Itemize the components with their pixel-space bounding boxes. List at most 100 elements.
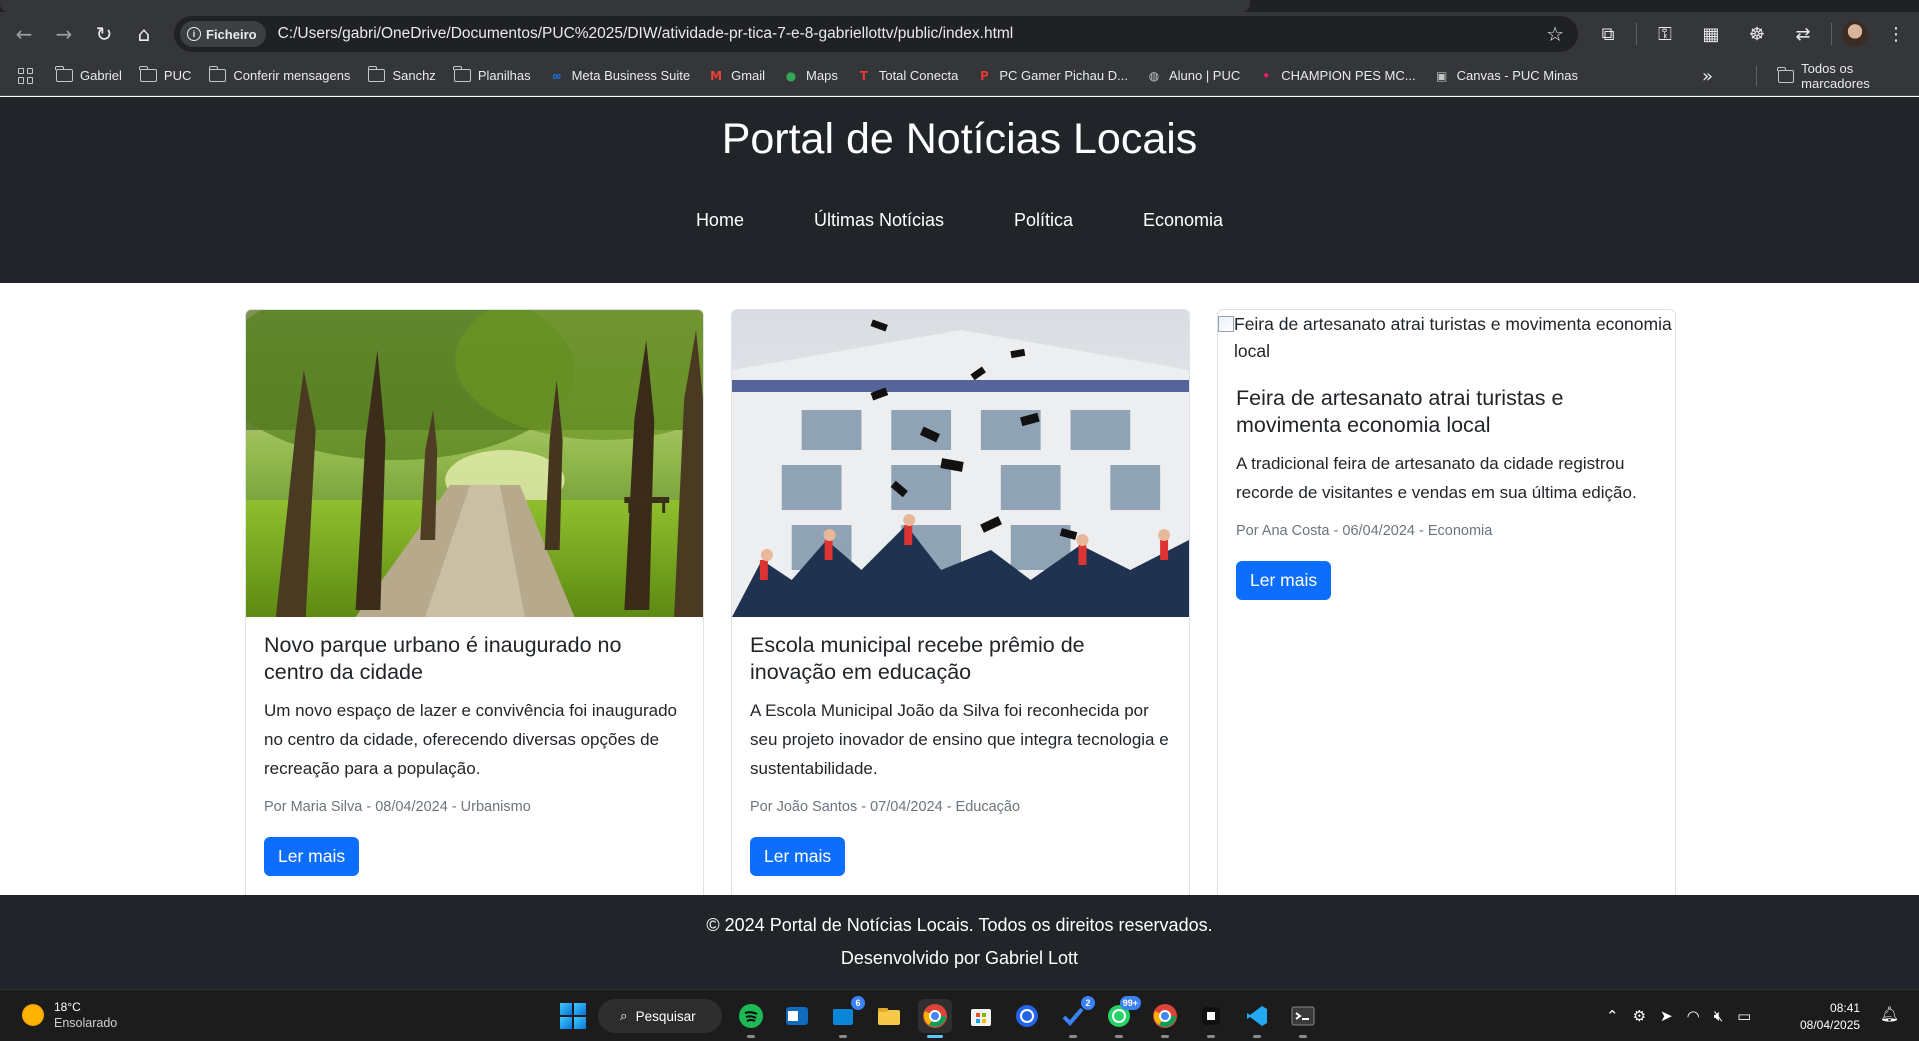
footer-credit: Desenvolvido por Gabriel Lott xyxy=(840,948,1079,968)
bookmark-label: CHAMPION PES MC... xyxy=(1281,68,1416,83)
messenger-icon[interactable] xyxy=(1010,999,1044,1033)
bookmark-list: Gabriel PUC Conferir mensagens Sanchz Planil… xyxy=(55,66,1596,84)
all-bookmarks-label: Todos os marcadores xyxy=(1801,61,1870,91)
store-badge: 6 xyxy=(851,996,865,1010)
bookmark-item[interactable]: • CHAMPION PES MC... xyxy=(1258,68,1415,84)
system-clock[interactable]: 08:41 08/04/2025 xyxy=(1800,1000,1860,1034)
maps-icon: ● xyxy=(785,68,797,83)
card-title: Novo parque urbano é inaugurado no centr… xyxy=(264,633,622,684)
terminal-icon[interactable] xyxy=(1286,999,1320,1038)
nav-link-latest-news[interactable]: Últimas Notícias xyxy=(779,210,979,231)
address-bar[interactable]: i Ficheiro C:/Users/gabri/OneDrive/Docum… xyxy=(174,16,1578,52)
site-info-label: Ficheiro xyxy=(206,26,257,42)
outlook-icon[interactable] xyxy=(780,999,814,1033)
bookmarks-overflow-icon[interactable]: » xyxy=(1702,66,1713,87)
card-meta: Por Maria Silva - 08/04/2024 - Urbanismo xyxy=(264,799,531,815)
read-more-button[interactable]: Ler mais xyxy=(264,837,360,876)
read-more-button[interactable]: Ler mais xyxy=(1236,561,1332,600)
bookmark-label: Canvas - PUC Minas xyxy=(1456,68,1578,83)
chrome-icon[interactable] xyxy=(918,999,952,1038)
nav-link-politics[interactable]: Política xyxy=(979,210,1108,231)
wifi-icon[interactable]: ◠ xyxy=(1687,1007,1700,1025)
bookmark-item[interactable]: ▣ Canvas - PUC Minas xyxy=(1434,68,1578,84)
menu-kebab-icon[interactable]: ⋮ xyxy=(1878,16,1914,52)
clock-time: 08:41 xyxy=(1830,1001,1861,1015)
url-text[interactable]: C:/Users/gabri/OneDrive/Documentos/PUC%2… xyxy=(278,25,1014,43)
home-icon[interactable]: ⌂ xyxy=(124,16,164,52)
bookmark-item[interactable]: ∞ Meta Business Suite xyxy=(549,68,691,84)
bookmark-item[interactable]: Planilhas xyxy=(453,66,531,83)
nav-link-economy[interactable]: Economia xyxy=(1108,210,1258,231)
sun-icon xyxy=(22,1004,44,1026)
footer-copyright: © 2024 Portal de Notícias Locais. Todos … xyxy=(706,915,1213,935)
park-photo xyxy=(246,310,703,617)
back-icon[interactable]: ← xyxy=(4,16,44,52)
file-explorer-icon[interactable] xyxy=(872,999,906,1033)
weather-desc: Ensolarado xyxy=(54,1016,118,1030)
bookmark-label: PC Gamer Pichau D... xyxy=(999,68,1128,83)
bookmark-item[interactable]: Gabriel xyxy=(55,66,122,83)
notification-bell-icon[interactable]: 🔔︎ xyxy=(1880,1005,1899,1023)
site-nav: Home Últimas Notícias Política Economia xyxy=(0,210,1919,231)
bookmark-item[interactable]: M Gmail xyxy=(708,68,765,84)
total-conecta-icon: T xyxy=(859,68,868,83)
whatsapp-icon[interactable]: 99+ xyxy=(1102,996,1141,1038)
bookmark-item[interactable]: T Total Conecta xyxy=(856,68,959,84)
microsoft-store-icon[interactable] xyxy=(964,999,998,1033)
card-meta: Por Ana Costa - 06/04/2024 - Economia xyxy=(1236,523,1493,539)
bookmark-label: Meta Business Suite xyxy=(571,68,691,83)
image-alt-text: Feira de artesanato atrai turistas e mov… xyxy=(1234,314,1672,361)
bookmark-item[interactable]: PUC xyxy=(139,66,191,83)
folder-icon xyxy=(1777,66,1795,83)
profile-avatar[interactable] xyxy=(1842,21,1868,47)
extensions-icon[interactable]: ⧉ xyxy=(1590,16,1626,52)
github-desktop-icon[interactable] xyxy=(1194,999,1228,1038)
battery-icon[interactable]: ▭ xyxy=(1737,1007,1751,1025)
bookmark-label: Sanchz xyxy=(392,68,436,83)
navigation-bar: ← → ↻ ⌂ i Ficheiro C:/Users/gabri/OneDri… xyxy=(0,12,1919,56)
password-key-icon[interactable]: ⚿ xyxy=(1647,16,1683,52)
vscode-icon[interactable] xyxy=(1240,999,1274,1038)
bookmark-item[interactable]: ◍ Aluno | PUC xyxy=(1146,68,1241,84)
card-meta: Por João Santos - 07/04/2024 - Educação xyxy=(750,799,1021,815)
active-tab[interactable] xyxy=(0,0,1250,12)
card-body: Feira de artesanato atrai turistas e mov… xyxy=(1218,370,1675,615)
bookmark-star-icon[interactable]: ☆ xyxy=(1546,22,1564,46)
translate-icon[interactable]: ⇄ xyxy=(1785,16,1821,52)
weather-widget[interactable]: 18°C Ensolarado xyxy=(22,1000,117,1030)
windows-start-icon[interactable] xyxy=(560,1003,586,1029)
site-title: Portal de Notícias Locais xyxy=(721,115,1198,163)
bookmark-item[interactable]: Sanchz xyxy=(367,66,436,83)
chevron-up-icon[interactable]: ⌃ xyxy=(1606,1007,1619,1025)
taskbar-search[interactable]: ⌕ Pesquisar xyxy=(598,999,722,1033)
card-title: Feira de artesanato atrai turistas e mov… xyxy=(1236,386,1564,437)
news-card: Feira de artesanato atrai turistas e mov… xyxy=(1217,309,1676,929)
broken-image-icon xyxy=(1218,316,1234,332)
card-body: Escola municipal recebe prêmio de inovaç… xyxy=(732,617,1189,891)
graduation-photo xyxy=(732,310,1189,617)
reload-icon[interactable]: ↻ xyxy=(84,16,124,52)
read-more-button[interactable]: Ler mais xyxy=(750,837,846,876)
store-icon[interactable]: 6 xyxy=(826,996,865,1038)
browser-toolbar: ← → ↻ ⌂ i Ficheiro C:/Users/gabri/OneDri… xyxy=(0,0,1919,56)
todo-icon[interactable]: 2 xyxy=(1056,996,1095,1038)
site-info-chip[interactable]: i Ficheiro xyxy=(180,21,266,47)
apps-grid-icon[interactable] xyxy=(18,67,34,84)
news-card: Novo parque urbano é inaugurado no centr… xyxy=(245,309,704,929)
spotify-icon[interactable] xyxy=(734,999,768,1038)
bookmark-item[interactable]: Conferir mensagens xyxy=(208,66,350,83)
incognito-icon[interactable]: ☸ xyxy=(1739,16,1775,52)
send-icon[interactable]: ➤ xyxy=(1660,1007,1673,1025)
nav-link-home[interactable]: Home xyxy=(661,210,779,231)
chrome-profile-icon[interactable] xyxy=(1148,999,1182,1038)
forward-icon[interactable]: → xyxy=(44,16,84,52)
volume-muted-icon[interactable]: 🔇︎ xyxy=(1714,1007,1723,1025)
folder-icon xyxy=(208,66,227,82)
site-footer: © 2024 Portal de Notícias Locais. Todos … xyxy=(0,895,1919,989)
settings-gear-icon[interactable]: ⚙ xyxy=(1633,1007,1646,1025)
all-bookmarks-button[interactable]: Todos os marcadores xyxy=(1756,56,1919,96)
qr-code-icon[interactable]: ▦ xyxy=(1693,16,1729,52)
bookmark-label: Gabriel xyxy=(80,68,122,83)
bookmark-item[interactable]: ● Maps xyxy=(783,68,838,84)
bookmark-item[interactable]: P PC Gamer Pichau D... xyxy=(976,68,1128,84)
